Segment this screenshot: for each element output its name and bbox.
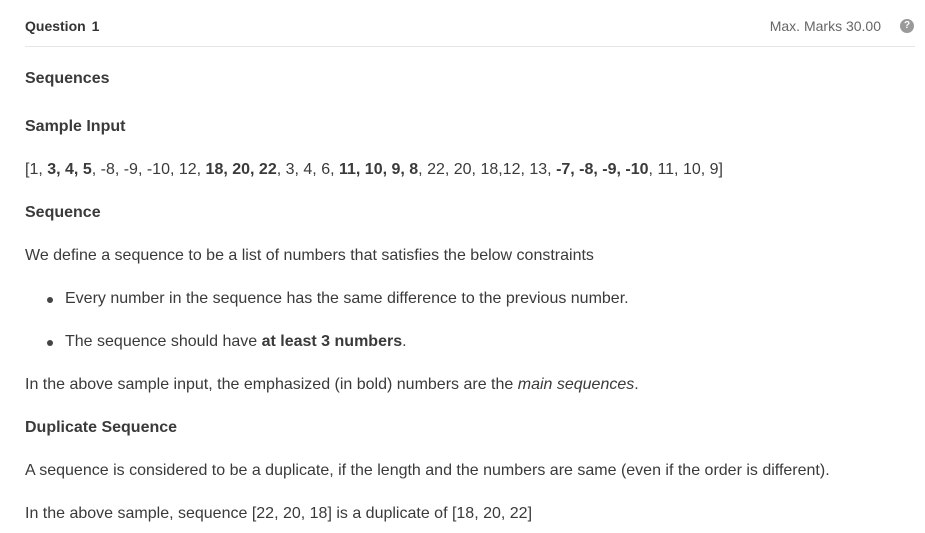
question-title: Question 1 [25,18,99,34]
sequence-definition: We define a sequence to be a list of num… [25,247,594,264]
bullet-dot [47,297,53,303]
question-page: Question 1 Max. Marks 30.00 ? Sequences S… [0,0,925,533]
question-header: Question 1 Max. Marks 30.00 ? [25,0,915,47]
bullet-dot [47,340,53,346]
max-marks: Max. Marks 30.00 [769,18,881,34]
duplicate-example: In the above sample, sequence [22, 20, 1… [25,505,533,522]
sample-input-bold-segment: 11, 10, 9, 8 [338,161,419,178]
sample-input-segment: , -8, -9, -10, 12, [91,161,206,178]
emphasis-note: In the above sample input, the emphasize… [25,376,639,394]
emphasis-note-suffix: . [634,376,639,393]
emphasis-note-italic: main sequences [517,376,635,393]
constraint-item-2-bold: at least 3 numbers [261,333,403,350]
constraint-item-2: The sequence should have at least 3 numb… [65,333,407,351]
sample-input-array: [1, 3, 4, 5, -8, -9, -10, 12, 18, 20, 22… [25,161,723,179]
sequence-heading: Sequence [25,204,101,221]
sample-input-segment: , 3, 4, 6, [276,161,339,178]
sample-input-bold-segment: 3, 4, 5 [47,161,92,178]
sample-input-segment: , 11, 10, 9] [648,161,723,178]
question-number: 1 [91,18,100,34]
constraint-item-1: Every number in the sequence has the sam… [65,290,629,307]
duplicate-sequence-heading: Duplicate Sequence [25,419,178,436]
duplicate-definition: A sequence is considered to be a duplica… [25,462,830,479]
section-title: Sequences [25,70,110,87]
sample-input-bold-segment: 18, 20, 22 [205,161,277,178]
sample-input-heading: Sample Input [25,118,126,135]
sample-input-segment: [1, [25,161,48,178]
constraint-item-2-prefix: The sequence should have [65,333,262,350]
question-circle-icon[interactable]: ? [900,19,914,33]
sample-input-bold-segment: -7, -8, -9, -10 [556,161,649,178]
constraint-item-2-suffix: . [402,333,407,350]
question-label: Question [25,18,86,34]
sample-input-segment: , 22, 20, 18,12, 13, [418,161,557,178]
emphasis-note-prefix: In the above sample input, the emphasize… [25,376,518,393]
